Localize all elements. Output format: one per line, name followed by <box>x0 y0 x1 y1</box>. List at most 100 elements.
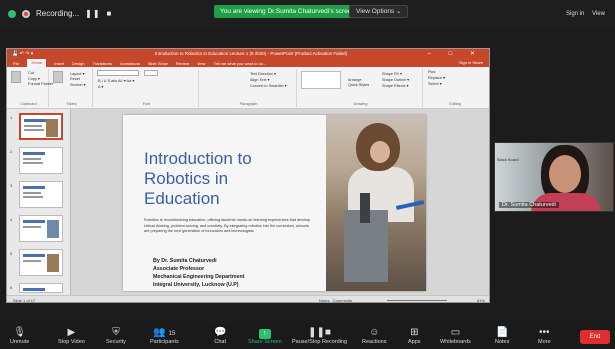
ppt-menu-bar: File Home Insert Design Transitions Anim… <box>7 59 489 67</box>
shapes-gallery[interactable] <box>301 71 341 89</box>
slide-number: 4 <box>10 217 13 222</box>
slide-author-block: By Dr. Sumita Chaturvedi Associate Profe… <box>153 257 245 289</box>
tell-me-search[interactable]: Tell me what you want to do... <box>214 61 267 66</box>
font-size-box[interactable] <box>144 70 159 76</box>
menu-home[interactable]: Home <box>27 59 47 67</box>
notes-button[interactable]: 📄 Notes <box>495 326 509 345</box>
ribbon-font-group: B I U S abc AV ▾ Aa ▾ A ▾ Font <box>95 69 199 107</box>
shape-effects-button[interactable]: Shape Effects ▾ <box>382 83 409 88</box>
slide-number: 3 <box>10 183 13 188</box>
menu-transitions[interactable]: Transitions <box>93 61 112 66</box>
ribbon-editing-group: Find Replace ▾ Select ▾ Editing <box>425 69 485 107</box>
ribbon-drawing-group: Arrange Quick Styles Shape Fill ▾ Shape … <box>299 69 423 107</box>
status-notes-comments: Notes Comments <box>319 298 352 302</box>
slide-thumbnail[interactable] <box>19 249 63 276</box>
speaker-video-tile[interactable]: Black Board Dr. Sumita Chaturvedi <box>494 142 614 212</box>
whiteboards-button[interactable]: ▭ Whiteboards <box>440 326 471 345</box>
align-text-button[interactable]: Align Text ▾ <box>250 77 287 82</box>
layout-button[interactable]: Layout ▾ <box>70 71 86 76</box>
stop-video-button[interactable]: ▶ Stop Video <box>58 326 85 345</box>
slide-thumbnail[interactable] <box>19 113 63 140</box>
chat-button[interactable]: 💬 Chat <box>214 326 226 345</box>
font-format-buttons[interactable]: B I U S abc AV ▾ Aa ▾ <box>98 78 195 83</box>
replace-button[interactable]: Replace ▾ <box>428 75 482 80</box>
record-icon <box>22 9 30 18</box>
menu-review[interactable]: Review <box>176 61 189 66</box>
participants-button[interactable]: 👥 15 Participants <box>150 326 179 345</box>
slide-thumbnail[interactable] <box>19 147 63 174</box>
format-painter-button[interactable]: Format Painter <box>28 82 53 86</box>
window-controls[interactable]: – □ ✕ <box>428 50 483 57</box>
slide-thumbnail[interactable] <box>19 215 63 242</box>
find-button[interactable]: Find <box>428 70 482 74</box>
quick-styles-button[interactable]: Quick Styles <box>348 83 369 87</box>
ppt-work-area: 1 2 3 4 5 6 Introduction to Robotics in … <box>7 109 489 295</box>
ribbon-clipboard-group: Cut Copy ▾ Format Painter Clipboard <box>9 69 53 107</box>
participant-name: Dr. Sumita Chaturvedi <box>499 202 559 208</box>
zoom-level[interactable]: 61% <box>477 298 485 302</box>
shape-outline-button[interactable]: Shape Outline ▾ <box>382 77 409 82</box>
security-button[interactable]: ⛨ Security <box>106 326 126 345</box>
menu-animations[interactable]: Animations <box>120 61 140 66</box>
slide-thumbnail[interactable] <box>19 283 63 293</box>
ppt-title-bar: 💾 ↶ ↷ ▾ Introduction to Robotics in Educ… <box>7 49 489 59</box>
stop-recording-button[interactable]: ■ <box>107 9 112 18</box>
copy-button[interactable]: Copy ▾ <box>28 76 53 81</box>
section-button[interactable]: Section ▾ <box>70 82 86 87</box>
view-options-button[interactable]: View Options ⌄ <box>349 5 409 18</box>
recording-indicator: Recording... ❚❚ ■ <box>8 9 111 18</box>
quick-access-toolbar[interactable]: 💾 ↶ ↷ ▾ <box>12 51 33 57</box>
new-slide-icon[interactable] <box>53 71 63 83</box>
end-meeting-button[interactable]: End <box>580 330 610 344</box>
slide-canvas[interactable]: Introduction to Robotics in Education Ro… <box>123 115 426 291</box>
shared-screen-powerpoint: 💾 ↶ ↷ ▾ Introduction to Robotics in Educ… <box>6 48 490 303</box>
menu-design[interactable]: Design <box>72 61 84 66</box>
view-button[interactable]: View <box>592 11 605 17</box>
zoom-slider[interactable] <box>387 300 447 301</box>
apps-icon: ⊞ <box>410 327 419 338</box>
ppt-window-title: Introduction to Robotics in Education Le… <box>155 51 348 56</box>
apps-button[interactable]: ⊞ Apps <box>408 326 421 345</box>
text-direction-button[interactable]: Text Direction ▾ <box>250 71 287 76</box>
drawing-caption: Drawing <box>353 102 368 106</box>
reactions-button[interactable]: ☺ Reactions <box>362 326 386 345</box>
font-name-box[interactable] <box>97 70 139 76</box>
font-color-button[interactable]: A ▾ <box>98 84 195 89</box>
editing-caption: Editing <box>449 102 461 106</box>
zoom-window: Recording... ❚❚ ■ You are viewing Dr.Sum… <box>0 0 615 349</box>
smartart-button[interactable]: Convert to SmartArt ▾ <box>250 83 287 88</box>
select-button[interactable]: Select ▾ <box>428 81 482 86</box>
video-camera-icon: ▶ <box>67 327 76 338</box>
shape-fill-button[interactable]: Shape Fill ▾ <box>382 71 409 76</box>
sign-in-link[interactable]: Sign in <box>566 11 584 17</box>
recording-label: Recording... <box>36 9 80 18</box>
slide-number: 1 <box>10 115 13 120</box>
more-button[interactable]: ••• More <box>538 326 551 345</box>
share-screen-button[interactable]: ↑ Share Screen <box>248 326 282 345</box>
author-title: Associate Professor <box>153 266 205 272</box>
pause-stop-recording-button[interactable]: ❚❚■ Pause/Stop Recording <box>292 326 347 345</box>
clipboard-caption: Clipboard <box>20 102 37 106</box>
meeting-control-bar: 🎙 Unmute ▶ Stop Video ⛨ Security 👥 15 Pa… <box>0 324 615 349</box>
notes-toggle[interactable]: Notes <box>319 298 329 302</box>
cut-button[interactable]: Cut <box>28 71 53 75</box>
participant-count: 15 <box>168 331 176 337</box>
pause-recording-button[interactable]: ❚❚ <box>85 9 100 18</box>
view-options-label: View Options <box>356 8 395 15</box>
reset-button[interactable]: Reset <box>70 77 86 81</box>
menu-insert[interactable]: Insert <box>54 61 64 66</box>
ribbon-paragraph-group: Text Direction ▾ Align Text ▾ Convert to… <box>201 69 297 107</box>
slide-thumbnail[interactable] <box>19 181 63 208</box>
slide-thumbnail-pane[interactable]: 1 2 3 4 5 6 <box>7 109 71 295</box>
sign-in-share[interactable]: Sign in Share <box>459 60 483 65</box>
menu-slide-show[interactable]: Slide Show <box>148 61 168 66</box>
arrange-button[interactable]: Arrange <box>348 78 369 82</box>
font-caption: Font <box>142 102 151 106</box>
whiteboard-icon: ▭ <box>450 327 461 338</box>
comments-toggle[interactable]: Comments <box>333 298 352 302</box>
shield-icon: ⛨ <box>112 327 120 338</box>
menu-view[interactable]: View <box>197 61 206 66</box>
paste-icon[interactable] <box>11 71 21 83</box>
unmute-button[interactable]: 🎙 Unmute <box>10 326 29 345</box>
menu-file[interactable]: File <box>13 61 19 66</box>
